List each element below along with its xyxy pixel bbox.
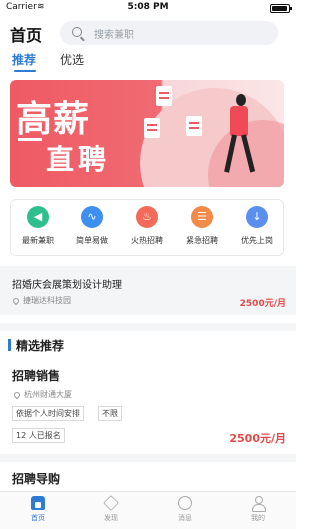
job-tag: 依据个人时间安排	[12, 406, 84, 421]
wave-icon: ∿	[81, 206, 103, 228]
quick-action-latest[interactable]: ◀ 最新兼职	[11, 206, 65, 246]
featured-job-card[interactable]: 招婚庆会展策划设计助理 捷瑞达科技园 2500元/月	[0, 266, 296, 315]
section-title: 精选推荐	[16, 339, 65, 353]
promo-banner[interactable]: 高薪 直聘	[10, 80, 284, 187]
job-title: 招婚庆会展策划设计助理	[12, 280, 122, 291]
section-divider	[0, 323, 296, 331]
quick-actions: ◀ 最新兼职 ∿ 简单易做 ♨ 火热招聘 ☰ 紧急招聘 ↓ 优先上岗	[10, 199, 284, 256]
tab-recommend[interactable]: 推荐	[12, 51, 36, 68]
nav-label: 消息	[178, 514, 192, 522]
job-location: 捷瑞达科技园	[23, 296, 71, 305]
chat-icon	[178, 496, 192, 510]
quick-action-urgent[interactable]: ☰ 紧急招聘	[175, 206, 229, 246]
job-card[interactable]: 招聘销售 杭州财通大厦 依据个人时间安排 不限 12 人已报名 2500元/月	[12, 367, 286, 447]
quick-action-hot[interactable]: ♨ 火热招聘	[120, 206, 174, 246]
nav-home[interactable]: 首页	[13, 496, 63, 523]
flame-icon: ♨	[136, 206, 158, 228]
user-icon	[251, 496, 266, 512]
quick-action-label: 简单易做	[76, 236, 108, 245]
location-pin-icon	[12, 390, 22, 400]
nav-discover[interactable]: 发现	[86, 495, 136, 523]
page-title: 首页	[10, 26, 43, 45]
job-card[interactable]: 招聘导购	[12, 470, 286, 490]
search-icon	[72, 27, 82, 37]
nav-label: 我的	[251, 514, 265, 522]
tab-indicator	[14, 70, 36, 72]
banner-subheadline: 直聘	[46, 143, 111, 176]
document-icon	[156, 86, 172, 106]
search-input[interactable]: 搜索兼职	[60, 21, 278, 45]
person-illustration	[236, 94, 246, 106]
person-illustration	[230, 106, 248, 136]
job-title: 招聘销售	[12, 369, 61, 383]
job-title: 招聘导购	[12, 472, 61, 486]
quick-action-label: 火热招聘	[131, 236, 163, 245]
nav-profile[interactable]: 我的	[233, 496, 283, 523]
quick-action-priority[interactable]: ↓ 优先上岗	[230, 206, 284, 246]
clock: 5:08 PM	[127, 2, 169, 12]
search-placeholder: 搜索兼职	[94, 30, 134, 41]
bottom-nav: 首页 发现 消息 我的	[0, 491, 296, 529]
location-pin-icon	[11, 296, 21, 306]
quick-action-easy[interactable]: ∿ 简单易做	[65, 206, 119, 246]
banner-divider	[18, 138, 42, 141]
job-tag: 不限	[98, 406, 122, 421]
quick-action-label: 紧急招聘	[186, 236, 218, 245]
nav-label: 发现	[104, 514, 118, 522]
section-accent	[8, 339, 11, 351]
battery-icon	[270, 4, 292, 13]
document-icon	[186, 116, 202, 136]
job-salary: 2500元/月	[239, 299, 286, 309]
status-bar: Carrier ≋ 5:08 PM	[0, 0, 296, 16]
diamond-icon	[103, 495, 119, 511]
speaker-icon: ◀	[27, 206, 49, 228]
quick-action-label: 优先上岗	[241, 236, 273, 245]
tab-preferred[interactable]: 优选	[60, 51, 84, 68]
list-icon: ☰	[191, 206, 213, 228]
home-icon	[31, 496, 45, 510]
document-icon	[144, 118, 160, 138]
job-salary: 2500元/月	[229, 432, 286, 445]
banner-headline: 高薪	[16, 99, 91, 140]
quick-action-label: 最新兼职	[22, 236, 54, 245]
nav-messages[interactable]: 消息	[160, 496, 210, 523]
job-tag: 12 人已报名	[12, 428, 65, 443]
section-divider	[0, 454, 296, 462]
nav-label: 首页	[31, 514, 45, 522]
download-icon: ↓	[246, 206, 268, 228]
job-location: 杭州财通大厦	[24, 390, 72, 399]
